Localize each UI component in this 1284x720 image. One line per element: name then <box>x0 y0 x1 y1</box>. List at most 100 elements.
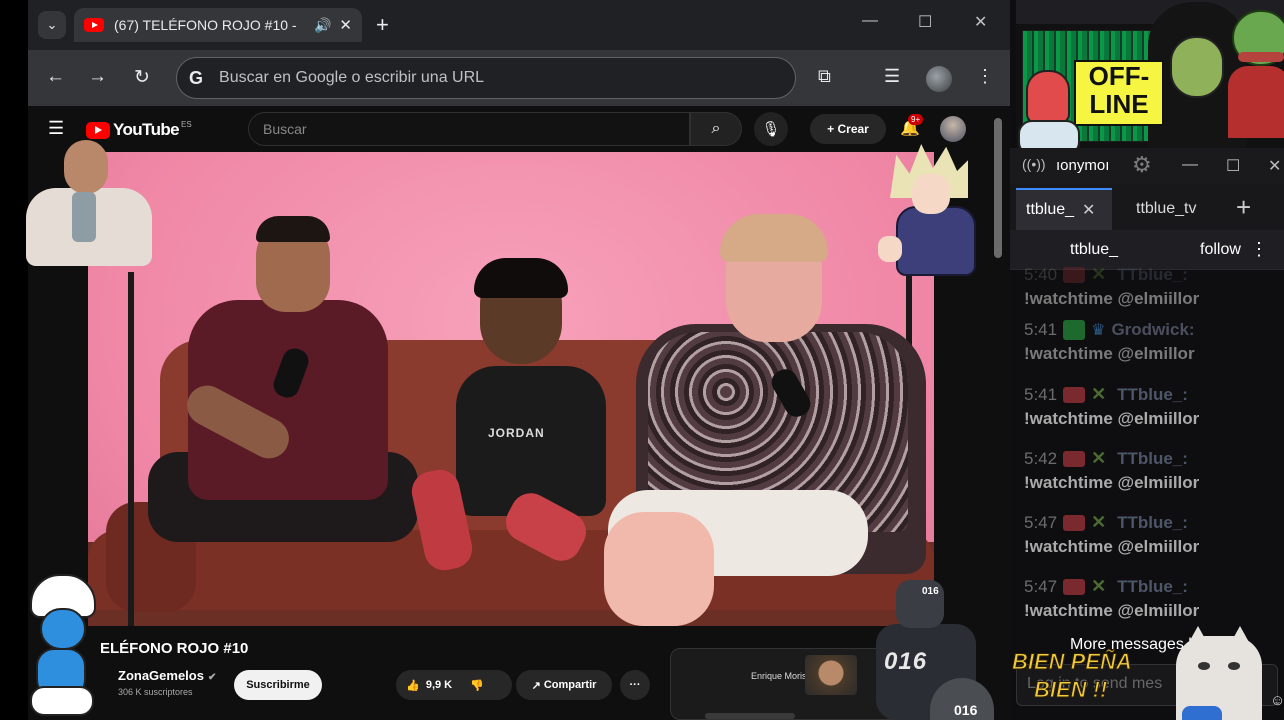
youtube-avatar[interactable] <box>940 116 966 142</box>
chat-text: !watchtime @elmiillor <box>1024 601 1200 620</box>
share-button[interactable]: ↗ Compartir <box>516 670 612 700</box>
dislike-button[interactable]: 👎 <box>470 679 484 692</box>
chat-minimize-icon[interactable]: — <box>1182 156 1198 174</box>
youtube-region-code: ES <box>181 120 192 129</box>
microphone-icon[interactable]: 🎙 <box>754 112 788 146</box>
like-count: 9,9 K <box>425 679 453 691</box>
offline-sign: OFF- LINE <box>1074 60 1164 126</box>
new-tab-button[interactable]: + <box>376 12 389 38</box>
create-button[interactable]: + Crear <box>810 114 886 144</box>
close-tab-icon[interactable]: ✕ <box>339 16 352 34</box>
sword-badge-icon: ✕ <box>1091 576 1107 596</box>
chat-window-header: ((•)) ıonymoı ⚙ — ☐ ✕ <box>1010 148 1284 184</box>
tab-search-button[interactable]: ⌄ <box>38 11 66 39</box>
webcam-overlay <box>20 132 154 266</box>
add-tab-icon[interactable]: + <box>1236 192 1251 223</box>
media-queue-icon[interactable]: ☰ <box>884 66 900 87</box>
sword-badge-icon: ✕ <box>1091 448 1107 468</box>
address-bar[interactable]: G Buscar en Google o escribir una URL <box>176 57 796 99</box>
browser-window: ⌄ (67) TELÉFONO ROJO #10 - 🔊 ✕ + — ☐ ✕ ←… <box>28 0 1010 720</box>
chat-username[interactable]: TTblue_: <box>1117 265 1188 285</box>
camera-badge-icon <box>1063 266 1086 283</box>
share-label: Compartir <box>543 679 597 691</box>
sword-badge-icon: ✕ <box>1091 512 1107 532</box>
close-window-icon[interactable]: ✕ <box>974 12 987 32</box>
like-button[interactable]: 👍 9,9 K 👎 <box>396 670 512 700</box>
camera-badge-icon <box>1063 578 1086 595</box>
gear-icon[interactable]: ⚙ <box>1132 152 1152 178</box>
subscribe-button[interactable]: Suscribirme <box>234 670 322 700</box>
chat-username[interactable]: TTblue_: <box>1117 385 1188 405</box>
tab-ttblue-label: ttblue_ <box>1026 201 1075 218</box>
chat-options-icon[interactable]: ⋮ <box>1250 239 1268 260</box>
youtube-search-input[interactable]: Buscar <box>248 112 690 146</box>
chat-time: 5:40 <box>1024 264 1058 284</box>
tab-youtube[interactable]: (67) TELÉFONO ROJO #10 - 🔊 ✕ <box>74 8 362 42</box>
chat-message-meta: 5:41 ♛ Grodwick: <box>1024 320 1280 340</box>
tab-ttblue-tv[interactable]: ttblue_tv <box>1136 200 1196 218</box>
tab-ttblue[interactable]: ttblue_ ✕ <box>1016 188 1112 230</box>
chat-close-icon[interactable]: ✕ <box>1268 156 1281 176</box>
chat-username[interactable]: TTblue_: <box>1117 577 1188 597</box>
chat-time: 5:47 <box>1024 576 1058 596</box>
webcam-bottle <box>72 192 96 242</box>
reload-icon[interactable]: ↻ <box>134 66 150 89</box>
search-icon[interactable]: ⌕ <box>690 112 742 146</box>
robot-shield-number: 016 <box>954 702 978 718</box>
extensions-icon[interactable]: ⧉ <box>818 66 831 87</box>
share-icon: ↗ <box>531 679 541 692</box>
chat-channel-user[interactable]: ttblue_ <box>1070 241 1118 259</box>
chat-username[interactable]: TTblue_: <box>1117 513 1188 533</box>
robot-cat-sticker: 016 016 016 <box>866 574 998 720</box>
smurf-face <box>40 608 86 650</box>
camera-badge-icon <box>1063 386 1086 403</box>
chat-message: 5:42 ✕ TTblue_: !watchtime @elmiillor <box>1024 448 1280 493</box>
mic-stand-left <box>128 272 134 626</box>
browser-menu-icon[interactable]: ⋮ <box>976 66 994 87</box>
maximize-icon[interactable]: ☐ <box>918 12 932 32</box>
speaker-icon[interactable]: 🔊 <box>314 17 331 34</box>
cat-ear-left <box>1188 626 1208 644</box>
crown-badge-icon: ♛ <box>1091 322 1106 339</box>
host-right-leg <box>604 512 714 626</box>
chat-message: 5:47 ✕ TTblue_: !watchtime @elmiillor <box>1024 576 1280 621</box>
page-scrollbar[interactable] <box>994 118 1002 258</box>
chat-maximize-icon[interactable]: ☐ <box>1226 156 1240 176</box>
close-icon[interactable]: ✕ <box>1082 200 1095 220</box>
sword-badge-icon: ✕ <box>1091 384 1107 404</box>
chat-text: !watchtime @elmillor <box>1024 344 1195 363</box>
back-arrow-icon[interactable]: ← <box>46 66 65 88</box>
anime-character-sticker <box>876 144 980 280</box>
ad-name: Enrique Moris <box>751 671 807 681</box>
emote-picker-icon[interactable]: ☺ <box>1270 692 1284 709</box>
cat-ear-right <box>1230 626 1250 644</box>
camera-badge-icon <box>1063 450 1086 467</box>
offline-line-2: LINE <box>1089 89 1149 119</box>
follow-button[interactable]: follow <box>1200 241 1241 259</box>
chat-panel: OFF- LINE ((•)) ıonymoı ⚙ — ☐ ✕ ttblue_ … <box>1010 0 1284 720</box>
tab-title: (67) TELÉFONO ROJO #10 - <box>114 17 297 33</box>
youtube-favicon-icon <box>84 18 104 32</box>
minimize-icon[interactable]: — <box>862 12 878 30</box>
stream-preview: OFF- LINE <box>1016 0 1284 156</box>
chat-text: !watchtime @elmiillor <box>1024 537 1200 556</box>
chat-window-title: ıonymoı <box>1056 157 1110 174</box>
smurf-sticker <box>22 574 100 720</box>
ad-caption-bar <box>705 713 795 719</box>
ad-thumbnail <box>805 655 857 695</box>
notification-badge: 9+ <box>908 114 924 125</box>
tab-bar: ⌄ (67) TELÉFONO ROJO #10 - 🔊 ✕ + — ☐ ✕ <box>28 0 1010 50</box>
blue-ball-sticker <box>1182 706 1222 720</box>
pepe-lip <box>1238 52 1284 62</box>
chat-username[interactable]: TTblue_: <box>1117 449 1188 469</box>
more-actions-button[interactable]: ··· <box>620 670 650 700</box>
pepe-sticker <box>1228 10 1284 138</box>
channel-name[interactable]: ZonaGemelos ✔ <box>118 668 216 683</box>
bien-pena-line-1: BIEN PEÑA <box>1012 649 1133 675</box>
create-label: Crear <box>837 122 869 136</box>
video-player[interactable]: JORDAN <box>88 152 934 626</box>
forward-arrow-icon[interactable]: → <box>88 66 107 88</box>
chat-username[interactable]: Grodwick: <box>1111 320 1194 340</box>
profile-avatar[interactable] <box>926 66 952 92</box>
chat-time: 5:41 <box>1024 320 1058 339</box>
